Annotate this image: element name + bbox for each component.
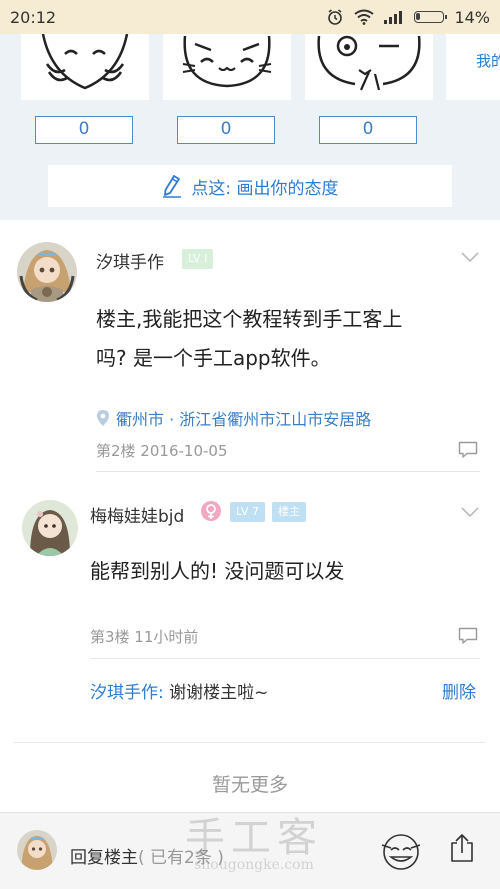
sticker-1-count[interactable]: 0	[35, 116, 133, 144]
status-bar: 20:12 14%	[0, 0, 500, 34]
comment-content-line-1: 楼主,我能把这个教程转到手工客上	[96, 307, 403, 331]
chevron-down-icon[interactable]	[460, 506, 480, 518]
sticker-1[interactable]	[21, 34, 149, 100]
comment-user-name[interactable]: 汐琪手作	[96, 248, 164, 273]
author-badge: 楼主	[272, 502, 306, 522]
comment-meta: 第3楼 11小时前	[90, 628, 199, 646]
doll-avatar-image	[17, 830, 57, 870]
draw-attitude-label: 点这: 画出你的态度	[191, 178, 339, 199]
draw-attitude-button[interactable]: 点这: 画出你的态度	[48, 165, 452, 207]
pencil-icon	[163, 175, 182, 198]
reply-comment-icon[interactable]	[458, 441, 478, 459]
battery-icon	[414, 11, 448, 23]
no-more-label: 暂无更多	[211, 774, 288, 796]
delete-button[interactable]: 删除	[442, 678, 476, 703]
sticker-2-count[interactable]: 0	[177, 116, 275, 144]
watermark-logo-text: 手工客	[185, 815, 323, 861]
comment-meta: 第2楼 2016-10-05	[96, 442, 228, 460]
sticker-3-count[interactable]: 0	[319, 116, 417, 144]
sticker-3[interactable]	[305, 34, 433, 100]
my-stickers-card[interactable]: 我的	[446, 34, 500, 100]
location-link[interactable]: 衢州市 · 浙江省衢州市江山市安居路	[96, 406, 371, 430]
divider	[14, 742, 486, 743]
chevron-down-icon[interactable]	[460, 251, 480, 263]
signal-icon	[384, 11, 403, 24]
status-icons: 14%	[326, 8, 490, 27]
sub-reply-user[interactable]: 汐琪手作:	[90, 683, 164, 703]
battery-percent: 14%	[454, 7, 490, 27]
wifi-icon	[354, 9, 375, 25]
reply-comment-icon[interactable]	[458, 627, 478, 645]
avatar[interactable]	[22, 500, 78, 556]
my-avatar	[17, 830, 57, 870]
avatar[interactable]	[17, 242, 77, 302]
cartoon-face-sticker	[41, 34, 129, 90]
cat-face-sticker	[182, 35, 272, 88]
comment-floor-2: 汐琪手作 LV I 楼主,我能把这个教程转到手工客上 吗? 是一个手工app软件…	[0, 220, 500, 472]
comment-content-line-2: 吗? 是一个手工app软件。	[96, 346, 331, 370]
my-stickers-label: 我的	[476, 52, 500, 70]
status-time: 20:12	[10, 7, 57, 27]
sly-face-sticker	[317, 35, 421, 91]
divider	[90, 658, 480, 659]
watermark: 手工客 shougongke.com	[185, 813, 323, 873]
level-badge: LV I	[182, 249, 214, 269]
doll-avatar-image	[17, 242, 77, 302]
share-icon[interactable]	[449, 833, 475, 863]
reply-to-author-label: 回复楼主	[70, 848, 138, 868]
sticker-2[interactable]	[163, 34, 291, 100]
comment-content: 楼主,我能把这个教程转到手工客上 吗? 是一个手工app软件。	[96, 300, 402, 378]
sub-reply: 汐琪手作: 谢谢楼主啦~ 删除	[90, 678, 476, 703]
location-pin-icon	[97, 410, 109, 426]
watermark-url: shougongke.com	[194, 857, 314, 873]
location-text: 衢州市 · 浙江省衢州市江山市安居路	[116, 410, 372, 429]
sub-reply-text: 谢谢楼主啦~	[163, 683, 269, 703]
bottom-reply-bar: 回复楼主( 已有2条 ) 手工客 shougongke.com	[0, 812, 500, 889]
comment-user-name[interactable]: 梅梅娃娃bjd	[90, 502, 184, 527]
comment-content: 能帮到别人的! 没问题可以发	[90, 559, 345, 583]
alarm-icon	[328, 9, 343, 25]
level-badge: LV 7	[230, 502, 265, 522]
female-gender-icon	[201, 501, 221, 521]
battery-level	[416, 13, 421, 20]
sticker-panel: 我的 0 0 0 点这: 画出你的态度	[0, 34, 500, 220]
sticker-face-icon[interactable]	[380, 831, 422, 871]
doll-avatar-image	[22, 500, 78, 556]
